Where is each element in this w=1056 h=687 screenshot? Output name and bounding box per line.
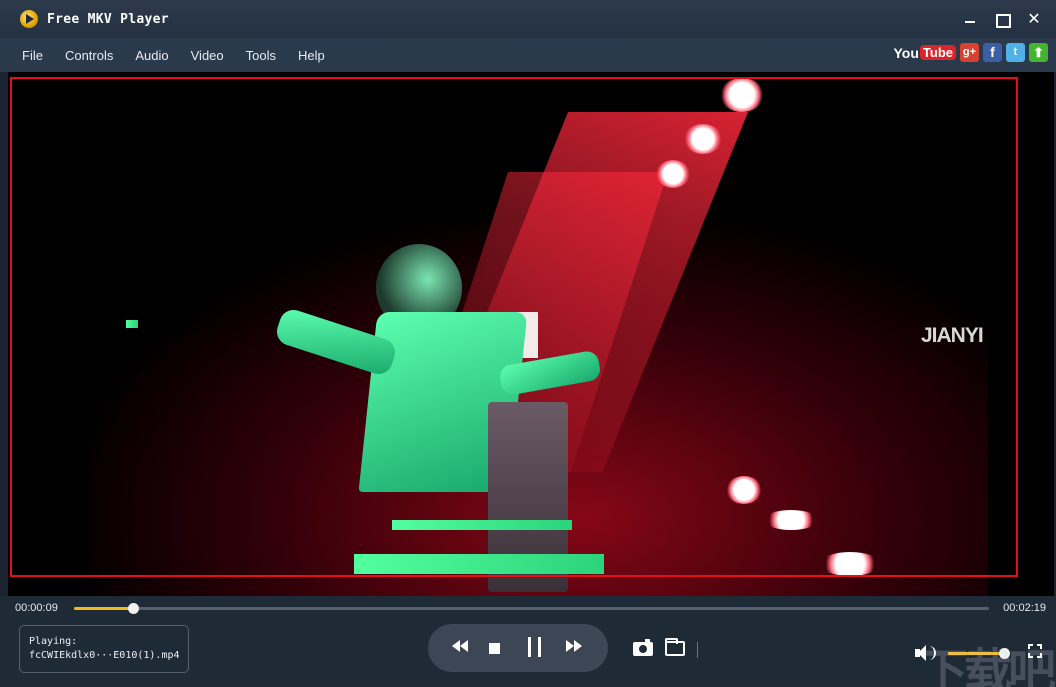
selection-frame: [10, 77, 1018, 577]
menu-audio[interactable]: Audio: [124, 48, 179, 63]
control-bar: Playing: fcCWIEkdlx0···E010(1).mp4: [0, 622, 1056, 687]
site-watermark: 下载吧: [920, 644, 1056, 687]
pause-button[interactable]: [528, 637, 542, 657]
minimize-button[interactable]: [962, 10, 978, 28]
status-label: Playing:: [29, 636, 78, 647]
youtube-you-text: You: [893, 44, 919, 61]
menu-bar: File Controls Audio Video Tools Help You…: [0, 38, 1056, 72]
toolbar-divider: [697, 642, 698, 658]
menu-controls[interactable]: Controls: [54, 48, 124, 63]
status-box: Playing: fcCWIEkdlx0···E010(1).mp4: [19, 625, 189, 673]
video-display[interactable]: JIANYI: [8, 72, 1054, 596]
menu-file[interactable]: File: [11, 48, 54, 63]
transport-controls: [428, 624, 608, 672]
current-time: 00:00:09: [15, 602, 58, 614]
app-title: Free MKV Player: [47, 11, 169, 27]
menu-help[interactable]: Help: [287, 48, 336, 63]
seek-bar-handle[interactable]: [128, 603, 140, 614]
social-links: You Tube g+ f t ⬆: [893, 43, 1048, 62]
youtube-icon[interactable]: You Tube: [893, 44, 956, 61]
google-plus-icon[interactable]: g+: [960, 43, 979, 62]
maximize-button[interactable]: [994, 10, 1011, 28]
window-controls: ✕: [962, 10, 1042, 28]
youtube-tube-text: Tube: [919, 45, 956, 60]
twitter-icon[interactable]: t: [1006, 43, 1025, 62]
seek-row: 00:00:09 00:02:19: [0, 596, 1056, 622]
close-button[interactable]: ✕: [1026, 10, 1042, 28]
rewind-button[interactable]: [452, 638, 470, 656]
stop-button[interactable]: [489, 643, 500, 654]
snapshot-camera-icon[interactable]: [633, 639, 653, 656]
update-icon[interactable]: ⬆: [1029, 43, 1048, 62]
app-logo-icon: [20, 10, 38, 28]
facebook-icon[interactable]: f: [983, 43, 1002, 62]
menu-tools[interactable]: Tools: [235, 48, 287, 63]
open-folder-icon[interactable]: [665, 638, 685, 656]
seek-bar-progress: [74, 607, 134, 610]
fast-forward-button[interactable]: [566, 638, 584, 656]
seek-bar[interactable]: [74, 603, 989, 614]
total-time: 00:02:19: [1003, 602, 1046, 614]
menu-video[interactable]: Video: [180, 48, 235, 63]
status-filename: fcCWIEkdlx0···E010(1).mp4: [29, 650, 180, 661]
title-bar: Free MKV Player ✕: [0, 0, 1056, 38]
